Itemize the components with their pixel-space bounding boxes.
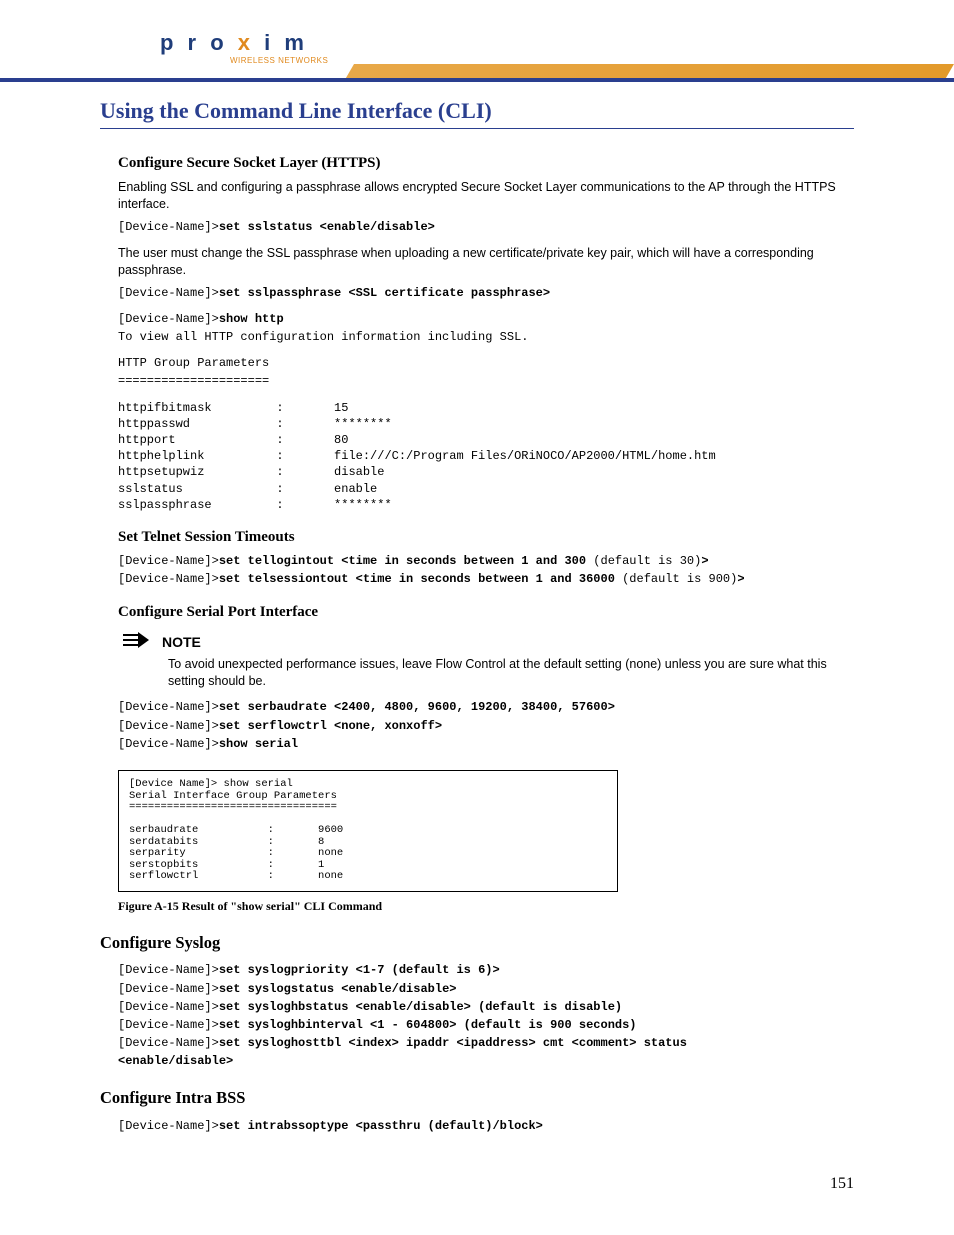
page-title: Using the Command Line Interface (CLI) <box>100 96 854 129</box>
cli-set-sslstatus: [Device-Name]>set sslstatus <enable/disa… <box>100 219 854 235</box>
cli-show-serial: [Device-Name]>show serial <box>100 736 854 752</box>
cli-intrabssoptype: [Device-Name]>set intrabssoptype <passth… <box>100 1118 854 1134</box>
heading-intrabss: Configure Intra BSS <box>100 1087 854 1109</box>
figure-show-serial: [Device Name]> show serial Serial Interf… <box>118 770 618 892</box>
figure-caption: Figure A-15 Result of "show serial" CLI … <box>118 898 854 914</box>
cli-syslogstatus: [Device-Name]>set syslogstatus <enable/d… <box>100 981 854 997</box>
cli-serbaudrate: [Device-Name]>set serbaudrate <2400, 480… <box>100 699 854 715</box>
brand-logo: p r o x i m WIRELESS NETWORKS <box>160 28 328 66</box>
cli-set-sslpassphrase: [Device-Name]>set sslpassphrase <SSL cer… <box>100 285 854 301</box>
cli-sysloghosttbl-cont: <enable/disable> <box>100 1053 854 1069</box>
http-params-header: HTTP Group Parameters <box>100 355 854 371</box>
text-passphrase-note: The user must change the SSL passphrase … <box>100 245 854 279</box>
note-label: NOTE <box>162 632 201 652</box>
logo-text-pre: p r o <box>160 30 238 55</box>
cli-tellogintout: [Device-Name]>set tellogintout <time in … <box>100 553 854 569</box>
note-arrow-icon <box>122 632 150 648</box>
cli-serflowctrl: [Device-Name]>set serflowctrl <none, xon… <box>100 718 854 734</box>
page-header: p r o x i m WIRELESS NETWORKS <box>100 28 854 84</box>
cli-show-http-desc: To view all HTTP configuration informati… <box>100 329 854 345</box>
page-number: 151 <box>830 1173 854 1195</box>
cli-telsessiontout: [Device-Name]>set telsessiontout <time i… <box>100 571 854 587</box>
header-orange-bar <box>346 64 954 78</box>
cli-show-http: [Device-Name]>show http <box>100 311 854 327</box>
logo-tagline: WIRELESS NETWORKS <box>230 56 328 67</box>
heading-syslog: Configure Syslog <box>100 932 854 954</box>
cli-sysloghosttbl: [Device-Name]>set sysloghosttbl <index> … <box>100 1035 854 1051</box>
cli-sysloghbstatus: [Device-Name]>set sysloghbstatus <enable… <box>100 999 854 1015</box>
cli-sysloghbinterval: [Device-Name]>set sysloghbinterval <1 - … <box>100 1017 854 1033</box>
note-body-serial: To avoid unexpected performance issues, … <box>100 656 854 690</box>
cli-syslogpriority: [Device-Name]>set syslogpriority <1-7 (d… <box>100 962 854 978</box>
logo-text-x: x <box>238 30 254 55</box>
heading-serial: Configure Serial Port Interface <box>100 602 854 622</box>
heading-telnet: Set Telnet Session Timeouts <box>100 527 854 547</box>
header-blue-bar <box>0 78 954 82</box>
http-params-divider: ===================== <box>100 373 854 389</box>
logo-text-post: i m <box>254 30 308 55</box>
text-https-intro: Enabling SSL and configuring a passphras… <box>100 179 854 213</box>
heading-https: Configure Secure Socket Layer (HTTPS) <box>100 153 854 173</box>
http-params-table: httpifbitmask : 15 httppasswd : ********… <box>100 400 854 513</box>
